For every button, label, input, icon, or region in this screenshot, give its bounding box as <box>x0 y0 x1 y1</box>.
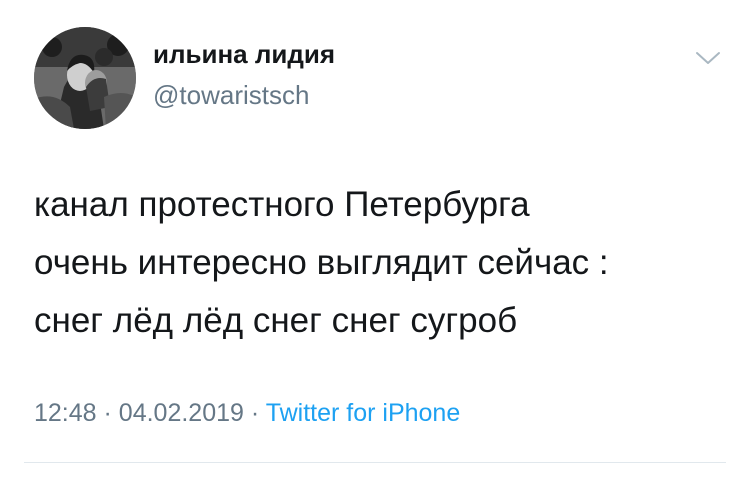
tweet-meta: 12:48 · 04.02.2019 · Twitter for iPhone <box>34 398 460 428</box>
tweet-time[interactable]: 12:48 <box>34 399 97 427</box>
tweet-text-line: канал протестного Петербурга <box>34 185 530 224</box>
tweet-date[interactable]: 04.02.2019 <box>119 399 244 427</box>
avatar[interactable] <box>34 27 136 129</box>
tweet-text: канал протестного Петербурга очень интер… <box>34 176 724 350</box>
author-handle[interactable]: @towaristsch <box>153 80 309 110</box>
meta-separator: · <box>250 399 260 427</box>
chevron-down-icon[interactable] <box>694 48 722 68</box>
author-display-name[interactable]: ильина лидия <box>153 39 335 69</box>
divider <box>24 462 726 463</box>
meta-separator: · <box>103 399 112 427</box>
tweet-source-link[interactable]: Twitter for iPhone <box>266 399 461 427</box>
avatar-photo <box>34 27 136 129</box>
tweet-text-line: очень интересно выглядит сейчас : <box>34 243 609 282</box>
tweet-text-line: снег лёд лёд снег снег сугроб <box>34 301 518 340</box>
